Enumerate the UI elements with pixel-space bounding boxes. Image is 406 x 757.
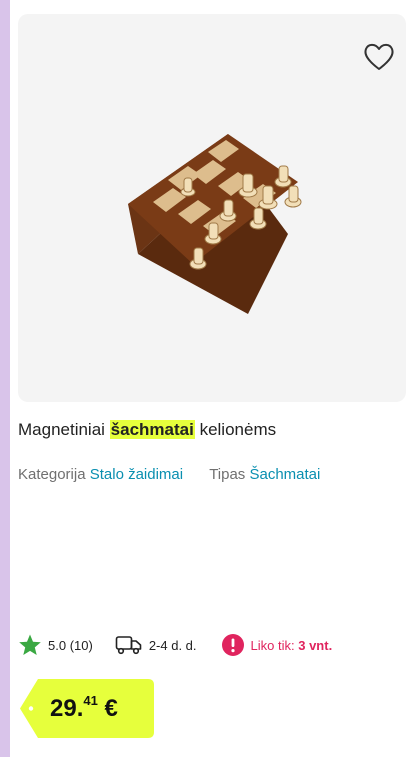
- product-info-row: 5.0 (10) 2-4 d. d. Liko tik: 3 vnt.: [18, 632, 403, 658]
- heart-outline-icon: [364, 43, 394, 70]
- currency: €: [104, 695, 118, 722]
- star-icon: [18, 633, 42, 657]
- delivery-time: 2-4 d. d.: [148, 637, 197, 653]
- product-card[interactable]: Magnetiniai šachmatai kelionėms Kategori…: [10, 0, 406, 757]
- category-label: Kategorija: [18, 466, 86, 483]
- product-image: [128, 134, 302, 314]
- title-text-before: Magnetiniai: [18, 420, 110, 439]
- wishlist-button[interactable]: [362, 42, 396, 72]
- price-tag: 29.41 €: [20, 679, 154, 738]
- review-count: (10): [69, 637, 93, 653]
- type-label: Tipas: [209, 466, 246, 483]
- type-link[interactable]: Šachmatai: [249, 466, 320, 483]
- price-cents: 41: [83, 693, 98, 708]
- price: 29.41 €: [50, 693, 118, 723]
- delivery: 2-4 d. d.: [115, 635, 221, 655]
- category-link[interactable]: Stalo žaidimai: [90, 466, 183, 483]
- rating-value: 5.0: [48, 637, 67, 653]
- title-highlight: šachmatai: [109, 420, 195, 439]
- truck-icon: [115, 635, 143, 655]
- stock-label: Liko tik:: [250, 637, 295, 653]
- product-meta: Kategorija Stalo žaidimai Tipas Šachmata…: [18, 466, 403, 483]
- title-text-after: kelionėms: [194, 420, 277, 439]
- alert-icon: [221, 633, 245, 657]
- product-title[interactable]: Magnetiniai šachmatai kelionėms: [18, 420, 398, 440]
- stock-value: 3 vnt.: [298, 637, 333, 653]
- stock-status: Liko tik: 3 vnt.: [221, 633, 333, 657]
- price-main: 29.: [50, 695, 84, 722]
- rating: 5.0 (10): [18, 633, 115, 657]
- product-image-area[interactable]: [18, 14, 406, 402]
